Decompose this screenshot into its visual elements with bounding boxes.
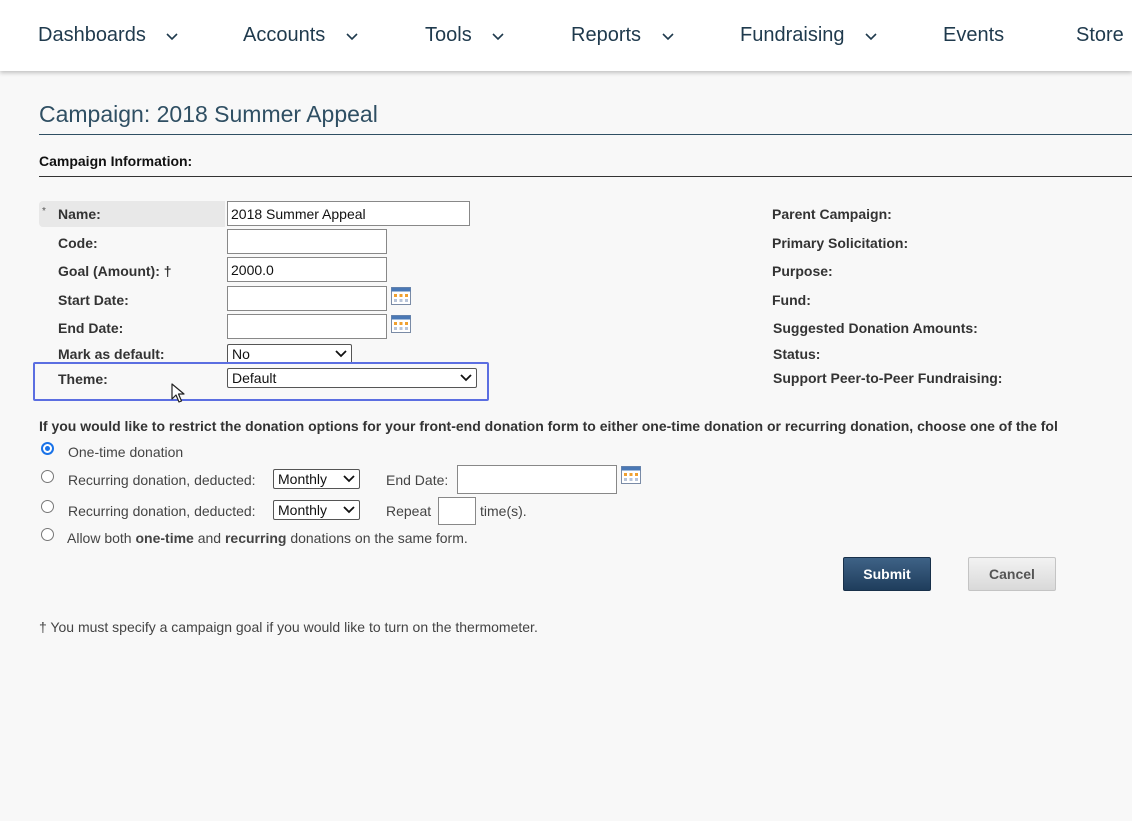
theme-highlight-box	[33, 362, 489, 401]
chevron-down-icon	[343, 506, 355, 514]
code-input[interactable]	[227, 229, 387, 254]
goal-input[interactable]	[227, 257, 387, 282]
goal-footnote: † You must specify a campaign goal if yo…	[39, 619, 538, 635]
section-heading: Campaign Information:	[39, 153, 193, 169]
recurring-repeat-radio[interactable]	[41, 500, 54, 513]
nav-fundraising-label: Fundraising	[740, 24, 845, 46]
calendar-icon[interactable]	[621, 466, 641, 484]
end-date-input[interactable]	[227, 314, 387, 339]
allow-both-recurring: recurring	[224, 530, 287, 546]
purpose-label: Purpose:	[772, 263, 833, 279]
title-divider	[39, 134, 1132, 135]
chevron-down-icon	[865, 33, 877, 40]
status-label: Status:	[773, 346, 821, 362]
one-time-radio[interactable]	[41, 442, 54, 455]
recurring-end-date-input[interactable]	[457, 465, 617, 494]
required-marker: *	[42, 206, 46, 217]
default-label: Mark as default:	[58, 346, 165, 362]
nav-accounts[interactable]: Accounts	[243, 22, 359, 48]
chevron-down-icon	[492, 33, 504, 40]
default-select-value: No	[232, 346, 250, 362]
parent-campaign-label: Parent Campaign:	[772, 206, 892, 222]
nav-reports-label: Reports	[571, 24, 642, 46]
name-input[interactable]	[227, 201, 470, 226]
nav-dashboards-label: Dashboards	[38, 24, 146, 46]
recurring-label-2: Recurring donation, deducted:	[68, 503, 256, 519]
default-select[interactable]: No	[227, 344, 352, 364]
calendar-icon[interactable]	[391, 287, 411, 305]
end-date-label: End Date:	[58, 320, 124, 336]
chevron-down-icon	[166, 33, 178, 40]
name-label: Name:	[58, 206, 101, 222]
peer-to-peer-label: Support Peer-to-Peer Fundraising:	[773, 370, 1003, 386]
nav-tools[interactable]: Tools	[425, 22, 505, 48]
frequency-select-2-value: Monthly	[278, 502, 328, 518]
recurring-end-date-radio[interactable]	[41, 470, 54, 483]
calendar-icon[interactable]	[391, 315, 411, 333]
repeat-label: Repeat	[386, 503, 432, 519]
nav-tools-label: Tools	[425, 24, 472, 46]
suggested-amounts-label: Suggested Donation Amounts:	[773, 320, 978, 336]
nav-store[interactable]: Store	[1076, 22, 1124, 48]
allow-both-and: and	[197, 530, 222, 546]
chevron-down-icon	[346, 33, 358, 40]
frequency-select-2[interactable]: Monthly	[273, 500, 360, 520]
start-date-label: Start Date:	[58, 292, 129, 308]
start-date-input[interactable]	[227, 286, 387, 311]
code-label: Code:	[58, 235, 98, 251]
chevron-down-icon	[335, 350, 347, 358]
allow-both-suffix: donations on the same form.	[290, 530, 468, 546]
chevron-down-icon	[662, 33, 674, 40]
donation-restriction-instructions: If you would like to restrict the donati…	[39, 418, 1058, 434]
allow-both-label: Allow both one-time and recurring donati…	[67, 530, 468, 546]
repeat-count-input[interactable]	[438, 497, 476, 525]
recurring-label-1: Recurring donation, deducted:	[68, 472, 256, 488]
nav-events[interactable]: Events	[943, 22, 1004, 48]
section-divider	[39, 176, 1132, 177]
nav-events-label: Events	[943, 24, 1005, 46]
chevron-down-icon	[343, 475, 355, 483]
allow-both-one-time: one-time	[135, 530, 194, 546]
submit-button[interactable]: Submit	[843, 557, 931, 591]
goal-label: Goal (Amount): †	[58, 263, 172, 279]
top-nav: Dashboards Accounts Tools Reports Fundra…	[0, 0, 1132, 71]
allow-both-prefix: Allow both	[67, 530, 132, 546]
page-title: Campaign: 2018 Summer Appeal	[39, 101, 378, 127]
fund-label: Fund:	[772, 292, 811, 308]
recurring-end-date-label: End Date:	[386, 472, 449, 488]
nav-store-label: Store	[1076, 24, 1124, 46]
frequency-select-1[interactable]: Monthly	[273, 469, 360, 489]
primary-solicitation-label: Primary Solicitation:	[772, 235, 909, 251]
nav-reports[interactable]: Reports	[571, 22, 675, 48]
cancel-button[interactable]: Cancel	[968, 557, 1056, 591]
allow-both-radio[interactable]	[41, 528, 54, 541]
mouse-cursor-icon	[171, 383, 185, 403]
one-time-label: One-time donation	[68, 444, 184, 460]
times-label: time(s).	[480, 503, 527, 519]
nav-dashboards[interactable]: Dashboards	[38, 22, 179, 48]
nav-fundraising[interactable]: Fundraising	[740, 22, 878, 48]
frequency-select-1-value: Monthly	[278, 471, 328, 487]
nav-accounts-label: Accounts	[243, 24, 326, 46]
